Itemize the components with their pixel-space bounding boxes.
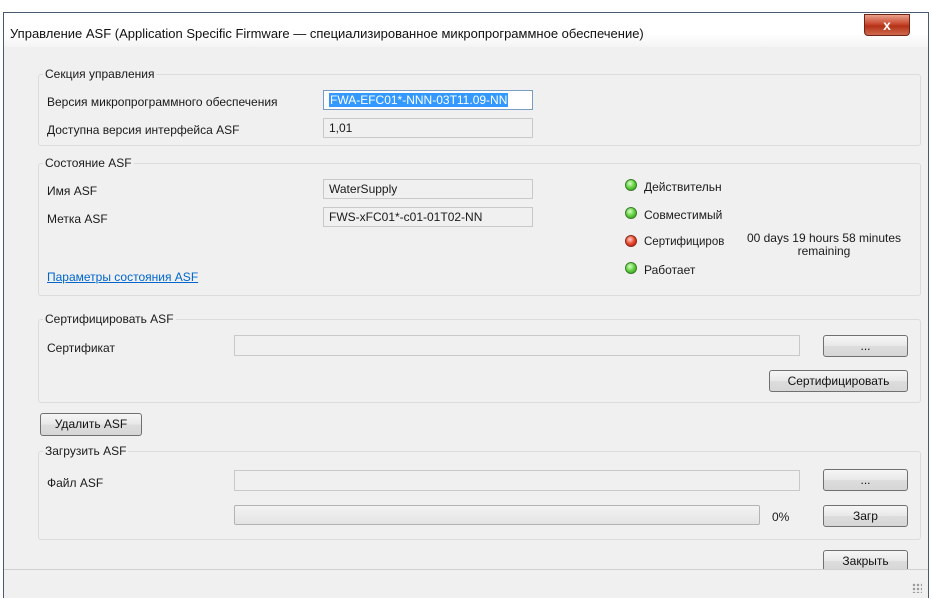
certificate-field[interactable] bbox=[234, 335, 800, 356]
status-section-title: Состояние ASF bbox=[43, 156, 134, 170]
load-progress-bar bbox=[234, 505, 760, 525]
status-bar bbox=[4, 569, 928, 598]
certify-button[interactable]: Сертифицировать bbox=[769, 370, 908, 392]
asf-name-label: Имя ASF bbox=[47, 184, 98, 198]
valid-status-label: Действительн bbox=[644, 180, 722, 194]
valid-status-led-icon bbox=[625, 179, 637, 191]
interface-version-label: Доступна версия интерфейса ASF bbox=[47, 123, 240, 137]
asf-name-value: WaterSupply bbox=[329, 182, 398, 196]
firmware-version-field[interactable]: FWA-EFC01*-NNN-03T11.09-NN bbox=[323, 90, 533, 110]
firmware-version-label: Версия микропрограммного обеспечения bbox=[47, 95, 278, 109]
window-title: Управление ASF (Application Specific Fir… bbox=[10, 26, 644, 41]
asf-file-label: Файл ASF bbox=[47, 476, 104, 490]
asf-file-field[interactable] bbox=[234, 470, 800, 491]
running-status-led-icon bbox=[625, 262, 637, 274]
load-button[interactable]: Загр bbox=[823, 505, 908, 527]
running-status-label: Работает bbox=[644, 263, 696, 277]
asf-tag-value: FWS-xFC01*-c01-01T02-NN bbox=[329, 210, 483, 224]
interface-version-field: 1,01 bbox=[323, 118, 533, 138]
certified-status-led-icon bbox=[625, 235, 637, 247]
resize-grip-icon[interactable] bbox=[912, 583, 922, 593]
load-section-group bbox=[38, 451, 921, 540]
load-progress-percent: 0% bbox=[772, 510, 790, 524]
compatible-status-label: Совместимый bbox=[644, 208, 723, 222]
asf-tag-field: FWS-xFC01*-c01-01T02-NN bbox=[323, 207, 533, 227]
dialog-client-area: Секция управления Версия микропрограммно… bbox=[12, 47, 921, 591]
remaining-time-text: 00 days 19 hours 58 minutes remaining bbox=[746, 231, 902, 258]
interface-version-value: 1,01 bbox=[329, 121, 353, 135]
asf-file-browse-button[interactable]: ... bbox=[823, 469, 908, 491]
load-section-title: Загрузить ASF bbox=[43, 444, 129, 458]
asf-dialog-window: Управление ASF (Application Specific Fir… bbox=[3, 12, 929, 598]
status-params-link[interactable]: Параметры состояния ASF bbox=[47, 270, 198, 284]
certificate-label: Сертификат bbox=[47, 341, 115, 355]
close-window-button[interactable]: x bbox=[864, 14, 910, 36]
certified-status-label: Сертифициров bbox=[644, 236, 725, 248]
asf-tag-label: Метка ASF bbox=[47, 212, 108, 226]
asf-name-field: WaterSupply bbox=[323, 179, 533, 199]
close-icon: x bbox=[883, 17, 891, 33]
control-section-title: Секция управления bbox=[43, 67, 157, 81]
firmware-version-value: FWA-EFC01*-NNN-03T11.09-NN bbox=[329, 93, 509, 107]
certificate-browse-button[interactable]: ... bbox=[823, 335, 908, 357]
certify-section-title: Сертифицировать ASF bbox=[43, 312, 176, 326]
delete-asf-button[interactable]: Удалить ASF bbox=[40, 413, 142, 436]
compatible-status-led-icon bbox=[625, 207, 637, 219]
title-bar[interactable]: Управление ASF (Application Specific Fir… bbox=[4, 13, 928, 47]
